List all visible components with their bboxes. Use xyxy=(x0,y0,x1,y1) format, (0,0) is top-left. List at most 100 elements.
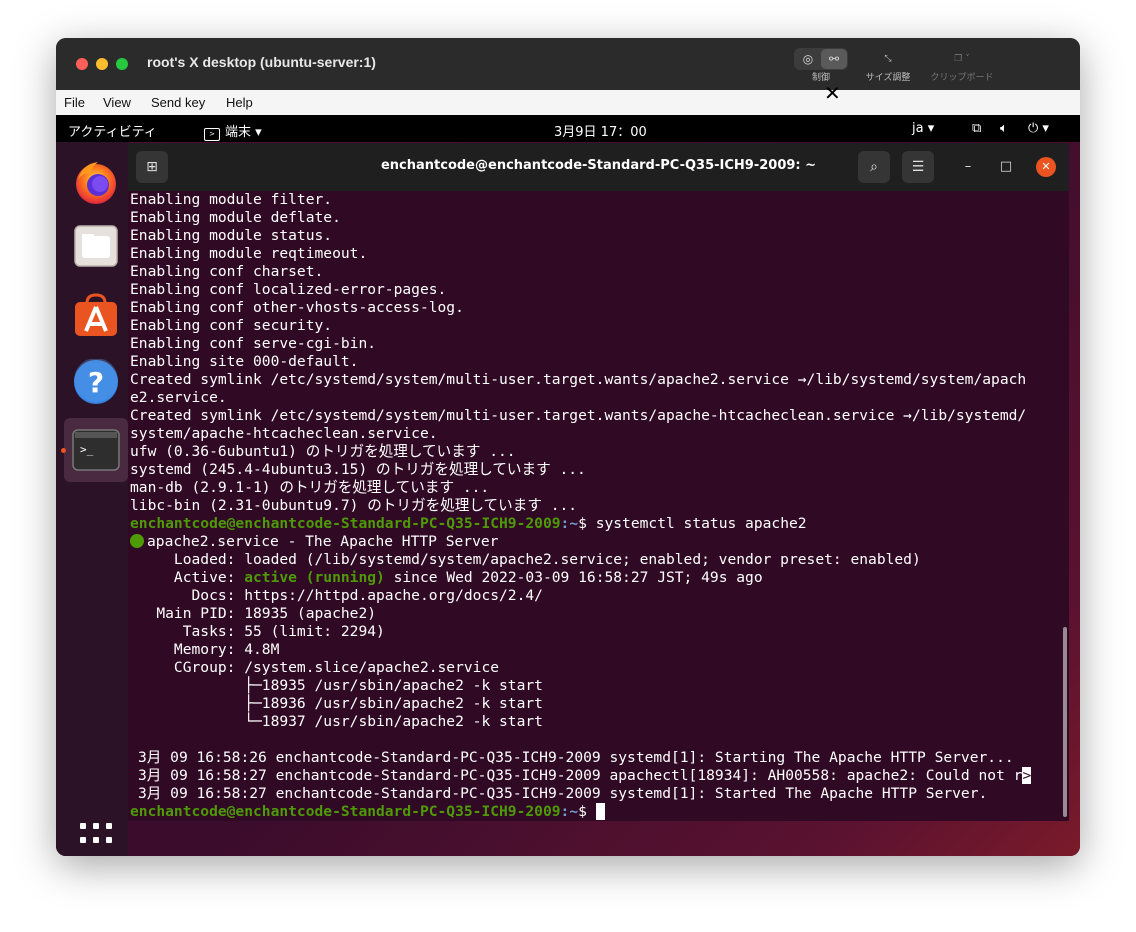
service-line: apache2.service - The Apache HTTP Server xyxy=(130,533,498,551)
output-line: Enabling conf other-vhosts-access-log. xyxy=(130,299,464,316)
prompt-line: enchantcode@enchantcode-Standard-PC-Q35-… xyxy=(130,803,605,821)
ubuntu-desktop: アクティビティ > 端末 ▾ 3月9日 17：00 ja ▾ ⧉ 🔈︎ ⏻ ▾ ?… xyxy=(56,115,1080,856)
menu-send-key[interactable]: Send key xyxy=(151,95,205,110)
output-line: ufw (0.36-6ubuntu1) のトリガを処理しています ... xyxy=(130,443,516,460)
vnc-window: root's X desktop (ubuntu-server:1) ◎ ⚯ 制御… xyxy=(56,38,1080,856)
minimize-icon[interactable]: – xyxy=(958,157,978,177)
app-menu-label: 端末 ▾ xyxy=(225,125,262,140)
truncation-marker: > xyxy=(1022,767,1032,784)
maximize-icon[interactable]: □ xyxy=(996,157,1016,177)
app-menu[interactable]: > 端末 ▾ xyxy=(204,121,262,141)
minimize-window-button[interactable] xyxy=(96,58,108,70)
prompt-line: enchantcode@enchantcode-Standard-PC-Q35-… xyxy=(130,515,807,533)
svg-text:>_: >_ xyxy=(80,443,94,456)
prompt-sign: $ xyxy=(578,515,596,532)
control-label: 制御 xyxy=(811,73,830,83)
binoculars-icon[interactable]: ⚯ xyxy=(821,49,847,69)
network-icon[interactable]: ⧉ xyxy=(972,121,981,136)
service-name: apache2.service - The Apache HTTP Server xyxy=(147,533,499,550)
journal-text: 3月 09 16:58:27 enchantcode-Standard-PC-Q… xyxy=(138,767,1023,784)
status-dot-icon xyxy=(130,534,144,548)
close-window-button[interactable] xyxy=(76,58,88,70)
journal-line: 3月 09 16:58:27 enchantcode-Standard-PC-Q… xyxy=(138,785,987,803)
docs-line: Docs: https://httpd.apache.org/docs/2.4/ xyxy=(130,587,543,604)
clipboard-label: クリップボード xyxy=(930,73,994,83)
loaded-line: Loaded: loaded (/lib/systemd/system/apac… xyxy=(130,551,921,568)
memory-line: Memory: 4.8M xyxy=(130,641,280,658)
dock: ? >_ xyxy=(56,142,128,856)
clipboard-tool[interactable]: ❐ ˅ クリップボード xyxy=(924,48,1000,83)
output-line: Created symlink /etc/systemd/system/mult… xyxy=(130,371,1027,388)
output-line: Enabling site 000-default. xyxy=(130,353,359,370)
clock[interactable]: 3月9日 17：00 xyxy=(554,121,647,140)
prompt-user: enchantcode@enchantcode-Standard-PC-Q35-… xyxy=(130,515,561,532)
firefox-icon[interactable] xyxy=(64,150,128,214)
active-suffix: since Wed 2022-03-09 16:58:27 JST; 49s a… xyxy=(384,569,763,586)
active-state: active (running) xyxy=(244,569,385,586)
main-pid-line: Main PID: 18935 (apache2) xyxy=(130,605,377,622)
output-line: e2.service. xyxy=(130,389,227,406)
text-cursor xyxy=(595,803,605,820)
command-text: systemctl status apache2 xyxy=(595,515,807,532)
files-icon[interactable] xyxy=(64,214,128,278)
output-line: Enabling conf localized-error-pages. xyxy=(130,281,447,298)
scrollbar[interactable] xyxy=(1063,627,1067,817)
menu-bar: File View Send key Help xyxy=(56,90,1080,116)
svg-text:?: ? xyxy=(88,366,104,399)
output-line: Enabling conf serve-cgi-bin. xyxy=(130,335,377,352)
cgroup-process-line: └─18937 /usr/sbin/apache2 -k start xyxy=(130,713,543,730)
journal-line: 3月 09 16:58:27 enchantcode-Standard-PC-Q… xyxy=(138,767,1032,785)
mouse-cursor-icon: ✕ xyxy=(824,81,841,105)
close-icon[interactable]: ✕ xyxy=(1036,157,1056,177)
prompt-dir: :~ xyxy=(560,515,579,532)
terminal-headerbar[interactable]: ⊞ enchantcode@enchantcode-Standard-PC-Q3… xyxy=(128,143,1069,191)
prompt-sign: $ xyxy=(578,803,596,820)
observe-icon[interactable]: ◎ xyxy=(795,49,821,69)
cgroup-process-line: ├─18935 /usr/sbin/apache2 -k start xyxy=(130,677,543,694)
terminal-dock-icon[interactable]: >_ xyxy=(64,418,128,482)
hamburger-menu-icon[interactable]: ☰ xyxy=(902,151,934,183)
window-titlebar[interactable]: root's X desktop (ubuntu-server:1) ◎ ⚯ 制御… xyxy=(56,38,1080,90)
running-indicator xyxy=(61,448,66,453)
clipboard-icon: ❐ ˅ xyxy=(954,54,970,64)
prompt-user: enchantcode@enchantcode-Standard-PC-Q35-… xyxy=(130,803,561,820)
prompt-dir: :~ xyxy=(560,803,579,820)
resize-label: サイズ調整 xyxy=(865,73,911,83)
output-line: system/apache-htcacheclean.service. xyxy=(130,425,438,442)
resize-tool[interactable]: ⤡ サイズ調整 xyxy=(858,48,918,83)
output-line: man-db (2.9.1-1) のトリガを処理しています ... xyxy=(130,479,490,496)
software-center-icon[interactable] xyxy=(64,282,128,346)
input-method-menu[interactable]: ja ▾ xyxy=(912,121,934,136)
power-icon[interactable]: ⏻ ▾ xyxy=(1028,121,1049,136)
terminal-app-icon: > xyxy=(204,128,220,141)
show-applications-icon[interactable] xyxy=(64,814,128,854)
output-line: Enabling module deflate. xyxy=(130,209,341,226)
tasks-line: Tasks: 55 (limit: 2294) xyxy=(130,623,385,640)
cgroup-process-line: ├─18936 /usr/sbin/apache2 -k start xyxy=(130,695,543,712)
menu-view[interactable]: View xyxy=(103,95,131,110)
menu-file[interactable]: File xyxy=(64,95,85,110)
output-line: Enabling conf security. xyxy=(130,317,333,334)
terminal-output[interactable]: Enabling module filter. Enabling module d… xyxy=(128,191,1058,821)
terminal-window[interactable]: ⊞ enchantcode@enchantcode-Standard-PC-Q3… xyxy=(128,143,1069,821)
activities-button[interactable]: アクティビティ xyxy=(68,121,157,140)
journal-text: 3月 09 16:58:27 enchantcode-Standard-PC-Q… xyxy=(138,785,988,802)
zoom-window-button[interactable] xyxy=(116,58,128,70)
active-line: Active: active (running) since Wed 2022-… xyxy=(130,569,763,587)
cgroup-line: CGroup: /system.slice/apache2.service xyxy=(130,659,500,676)
journal-text: 3月 09 16:58:26 enchantcode-Standard-PC-Q… xyxy=(138,749,1014,766)
window-title: root's X desktop (ubuntu-server:1) xyxy=(147,54,376,70)
journal-line: 3月 09 16:58:26 enchantcode-Standard-PC-Q… xyxy=(138,749,1014,767)
output-line: Created symlink /etc/systemd/system/mult… xyxy=(130,407,1027,424)
volume-icon[interactable]: 🔈︎ xyxy=(1000,121,1008,136)
output-line: Enabling module reqtimeout. xyxy=(130,245,368,262)
output-line: Enabling module filter. xyxy=(130,191,333,208)
output-line: Enabling conf charset. xyxy=(130,263,324,280)
search-icon[interactable]: ⌕ xyxy=(858,151,890,183)
help-icon[interactable]: ? xyxy=(64,350,128,414)
gnome-top-bar: アクティビティ > 端末 ▾ 3月9日 17：00 ja ▾ ⧉ 🔈︎ ⏻ ▾ xyxy=(56,115,1080,142)
active-prefix: Active: xyxy=(130,569,245,586)
output-line: Enabling module status. xyxy=(130,227,333,244)
menu-help[interactable]: Help xyxy=(226,95,253,110)
control-tool[interactable]: ◎ ⚯ 制御 xyxy=(790,48,852,83)
